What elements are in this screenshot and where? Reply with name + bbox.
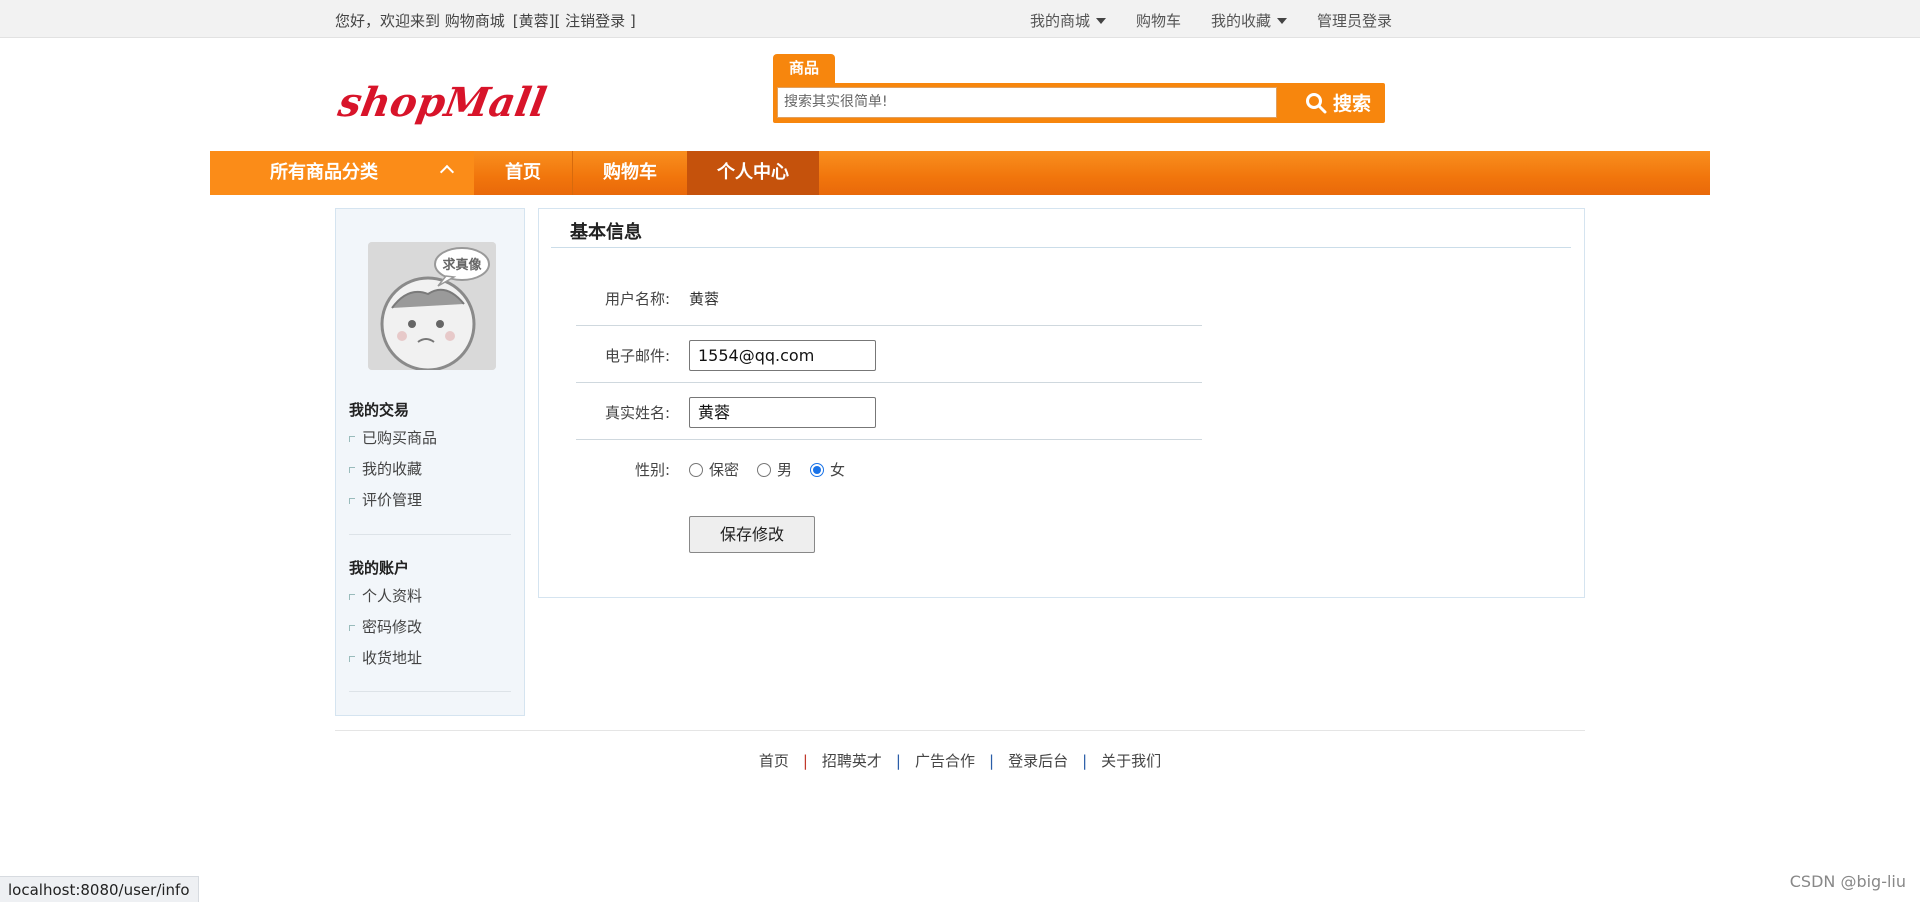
avatar-placeholder-image: 求真像 <box>368 242 496 370</box>
footer-separator: | <box>895 752 901 770</box>
shopmall-logo[interactable]: shopMall <box>334 74 554 130</box>
account-section-title: 我的账户 <box>349 559 410 577</box>
search-button-label: 搜索 <box>1332 93 1371 115</box>
gender-option-secret[interactable]: 保密 <box>689 459 739 480</box>
radio-female[interactable] <box>810 462 825 477</box>
save-button[interactable]: 保存修改 <box>689 516 815 553</box>
footer-links: 首页 | 招聘英才 | 广告合作 | 登录后台 | 关于我们 <box>0 750 1920 771</box>
search-input[interactable]: 搜索其实很简单! <box>777 87 1277 118</box>
basic-info-panel: 基本信息 用户名称: 黄蓉 电子邮件: 1554@qq.com 真实姓名: 黄蓉… <box>538 208 1585 598</box>
title-divider <box>551 247 1571 248</box>
gender-option-label: 女 <box>830 461 846 479</box>
admin-login-link[interactable]: 管理员登录 <box>1317 10 1392 31</box>
cart-link[interactable]: 购物车 <box>1136 10 1181 31</box>
realname-row: 真实姓名: 黄蓉 <box>576 383 1202 440</box>
sidebar: 求真像 我的交易 已购买商品 我的收藏 评价管理 我的账户 个人资料 密码修改 … <box>335 208 525 716</box>
radio-secret[interactable] <box>689 462 703 477</box>
all-categories-label: 所有商品分类 <box>270 162 378 183</box>
realname-label: 真实姓名: <box>604 404 670 422</box>
radio-male[interactable] <box>757 462 772 477</box>
main-nav: 所有商品分类 首页 购物车 个人中心 <box>210 151 1710 195</box>
sidebar-item-password[interactable]: 密码修改 <box>349 612 422 643</box>
top-bar: 您好，欢迎来到 购物商城 [黄蓉][ 注销登录 ] 我的商城 购物车 我的收藏 管… <box>0 0 1920 38</box>
avatar-caption: 求真像 <box>442 257 482 273</box>
sidebar-item-profile[interactable]: 个人资料 <box>349 581 422 612</box>
sidebar-item-reviews[interactable]: 评价管理 <box>349 485 437 516</box>
footer-link-jobs[interactable]: 招聘英才 <box>822 752 882 770</box>
search-box: 搜索其实很简单! 搜索 <box>773 83 1385 123</box>
logout-link[interactable]: 注销登录 <box>560 12 630 30</box>
my-mall-label: 我的商城 <box>1030 12 1091 30</box>
nav-home[interactable]: 首页 <box>474 151 572 195</box>
profile-form: 用户名称: 黄蓉 电子邮件: 1554@qq.com 真实姓名: 黄蓉 性别: … <box>576 269 1202 497</box>
bracket-close: ] <box>629 12 636 30</box>
sidebar-divider <box>349 691 511 692</box>
search-icon <box>1305 92 1327 113</box>
header: shopMall 商品 搜索其实很简单! 搜索 <box>0 38 1920 150</box>
sidebar-item-address[interactable]: 收货地址 <box>349 643 422 674</box>
email-row: 电子邮件: 1554@qq.com <box>576 326 1202 383</box>
footer-link-admin[interactable]: 登录后台 <box>1008 752 1068 770</box>
gender-option-female[interactable]: 女 <box>810 459 845 480</box>
account-menu: 个人资料 密码修改 收货地址 <box>349 581 422 674</box>
gender-row: 性别: 保密 男 女 <box>576 440 1202 497</box>
username-label: 用户名称: <box>604 290 670 308</box>
email-label: 电子邮件: <box>604 347 670 365</box>
search-button[interactable]: 搜索 <box>1296 87 1380 118</box>
gender-option-label: 保密 <box>709 461 740 479</box>
footer-link-ads[interactable]: 广告合作 <box>915 752 975 770</box>
chevron-down-icon <box>1277 17 1288 24</box>
nav-personal-center[interactable]: 个人中心 <box>687 151 819 195</box>
favorites-menu[interactable]: 我的收藏 <box>1211 10 1288 31</box>
admin-login-label: 管理员登录 <box>1317 12 1393 30</box>
trade-section-title: 我的交易 <box>349 401 410 419</box>
top-links: 我的商城 购物车 我的收藏 管理员登录 <box>1030 10 1392 31</box>
chevron-up-icon <box>439 164 455 180</box>
welcome-message: 您好，欢迎来到 购物商城 [黄蓉][ 注销登录 ] <box>335 10 636 31</box>
footer-link-home[interactable]: 首页 <box>759 752 789 770</box>
chevron-down-icon <box>1096 17 1107 24</box>
nav-cart[interactable]: 购物车 <box>573 151 687 195</box>
footer-link-about[interactable]: 关于我们 <box>1101 752 1161 770</box>
welcome-text: 您好，欢迎来到 购物商城 <box>335 12 505 30</box>
favorites-label: 我的收藏 <box>1211 12 1272 30</box>
sidebar-item-favorites[interactable]: 我的收藏 <box>349 454 437 485</box>
gender-label: 性别: <box>634 461 670 479</box>
avatar[interactable]: 求真像 <box>368 242 496 370</box>
current-user: [黄蓉][ <box>512 12 561 30</box>
gender-option-male[interactable]: 男 <box>757 459 792 480</box>
gender-radio-group: 保密 男 女 <box>689 459 863 480</box>
my-mall-menu[interactable]: 我的商城 <box>1030 10 1107 31</box>
footer-divider <box>335 730 1585 731</box>
panel-title: 基本信息 <box>570 222 642 243</box>
sidebar-divider <box>349 534 511 535</box>
email-field[interactable]: 1554@qq.com <box>689 340 876 371</box>
username-row: 用户名称: 黄蓉 <box>576 269 1202 326</box>
footer-separator: | <box>802 752 808 770</box>
all-categories-menu[interactable]: 所有商品分类 <box>210 151 474 195</box>
search-tab-products[interactable]: 商品 <box>773 54 835 86</box>
realname-field[interactable]: 黄蓉 <box>689 397 876 428</box>
watermark: CSDN @big-liu <box>1789 872 1906 891</box>
sidebar-item-purchased[interactable]: 已购买商品 <box>349 423 437 454</box>
footer-separator: | <box>989 752 995 770</box>
trade-menu: 已购买商品 我的收藏 评价管理 <box>349 423 437 516</box>
logo-text: shopMall <box>334 78 550 126</box>
gender-option-label: 男 <box>777 461 793 479</box>
username-value: 黄蓉 <box>689 290 720 308</box>
status-bar-url: localhost:8080/user/info <box>0 876 199 902</box>
cart-link-label: 购物车 <box>1136 12 1182 30</box>
footer-separator: | <box>1082 752 1088 770</box>
